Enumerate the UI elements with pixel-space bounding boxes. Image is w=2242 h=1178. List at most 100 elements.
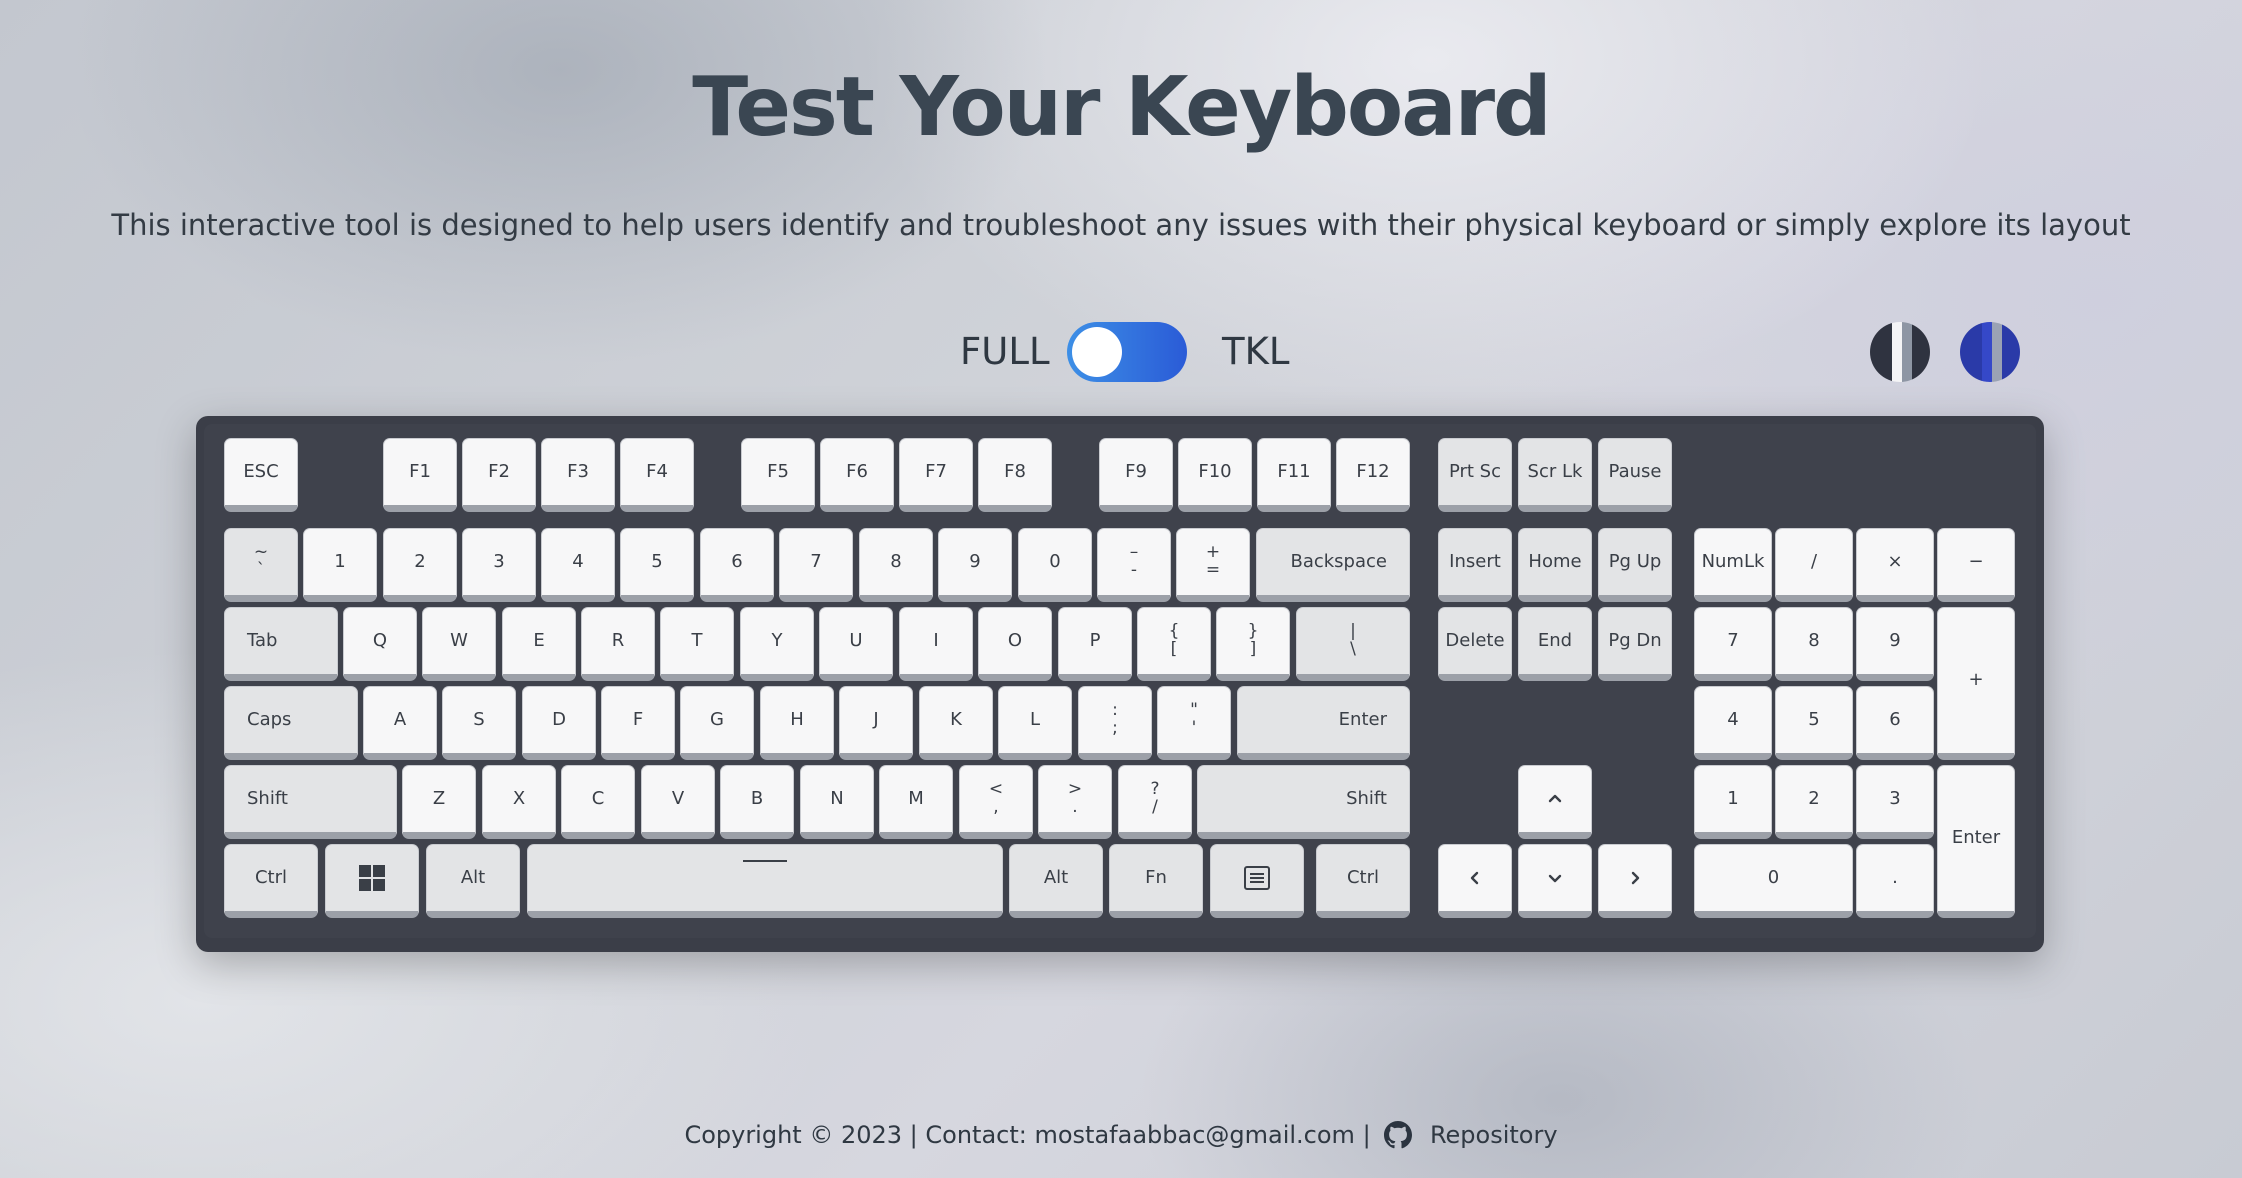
key-f12[interactable]: F12 [1336,438,1410,512]
key-num-enter[interactable]: Enter [1937,765,2015,918]
key-left-shift[interactable]: Shift [224,765,397,839]
layout-toggle[interactable] [1067,322,1187,382]
key-arrow-down[interactable] [1518,844,1592,918]
key-num-9[interactable]: 9 [1856,607,1934,681]
key-num-6[interactable]: 6 [1856,686,1934,760]
github-icon[interactable] [1384,1121,1413,1149]
key-num-divide[interactable]: / [1775,528,1853,602]
key-print-screen[interactable]: Prt Sc [1438,438,1512,512]
key-comma[interactable]: < , [959,765,1033,839]
key-5[interactable]: 5 [620,528,694,602]
key-t[interactable]: T [660,607,734,681]
key-page-up[interactable]: Pg Up [1598,528,1672,602]
key-a[interactable]: A [363,686,437,760]
key-3[interactable]: 3 [462,528,536,602]
key-f1[interactable]: F1 [383,438,457,512]
key-tab[interactable]: Tab [224,607,338,681]
key-windows[interactable] [325,844,419,918]
key-home[interactable]: Home [1518,528,1592,602]
key-num-1[interactable]: 1 [1694,765,1772,839]
key-h[interactable]: H [760,686,834,760]
blue-theme-button[interactable] [1960,322,2020,382]
key-num-0[interactable]: 0 [1694,844,1853,918]
key-f11[interactable]: F11 [1257,438,1331,512]
key-f6[interactable]: F6 [820,438,894,512]
key-num-add[interactable]: + [1937,607,2015,760]
key-f9[interactable]: F9 [1099,438,1173,512]
key-f4[interactable]: F4 [620,438,694,512]
key-left-bracket[interactable]: { [ [1137,607,1211,681]
key-1[interactable]: 1 [303,528,377,602]
key-j[interactable]: J [839,686,913,760]
key-quote[interactable]: " ' [1157,686,1231,760]
key-num-subtract[interactable]: − [1937,528,2015,602]
key-v[interactable]: V [641,765,715,839]
key-insert[interactable]: Insert [1438,528,1512,602]
key-pause[interactable]: Pause [1598,438,1672,512]
key-d[interactable]: D [522,686,596,760]
key-arrow-up[interactable] [1518,765,1592,839]
key-space[interactable] [527,844,1003,918]
key-arrow-left[interactable] [1438,844,1512,918]
key-period[interactable]: > . [1038,765,1112,839]
key-q[interactable]: Q [343,607,417,681]
key-y[interactable]: Y [740,607,814,681]
key-right-shift[interactable]: Shift [1197,765,1410,839]
key-k[interactable]: K [919,686,993,760]
key-slash[interactable]: ? / [1118,765,1192,839]
key-backtick[interactable]: ~ ` [224,528,298,602]
key-9[interactable]: 9 [938,528,1012,602]
key-l[interactable]: L [998,686,1072,760]
key-6[interactable]: 6 [700,528,774,602]
key-s[interactable]: S [442,686,516,760]
key-f10[interactable]: F10 [1178,438,1252,512]
key-w[interactable]: W [422,607,496,681]
dark-theme-button[interactable] [1870,322,1930,382]
key-g[interactable]: G [680,686,754,760]
key-7[interactable]: 7 [779,528,853,602]
key-num-decimal[interactable]: . [1856,844,1934,918]
key-num-8[interactable]: 8 [1775,607,1853,681]
key-num-2[interactable]: 2 [1775,765,1853,839]
key-num-4[interactable]: 4 [1694,686,1772,760]
key-n[interactable]: N [800,765,874,839]
key-2[interactable]: 2 [383,528,457,602]
key-p[interactable]: P [1058,607,1132,681]
key-f[interactable]: F [601,686,675,760]
key-8[interactable]: 8 [859,528,933,602]
key-enter[interactable]: Enter [1237,686,1410,760]
key-num-lock[interactable]: NumLk [1694,528,1772,602]
key-backslash[interactable]: | \ [1296,607,1410,681]
key-f3[interactable]: F3 [541,438,615,512]
key-left-ctrl[interactable]: Ctrl [224,844,318,918]
key-arrow-right[interactable] [1598,844,1672,918]
key-fn[interactable]: Fn [1109,844,1203,918]
key-page-down[interactable]: Pg Dn [1598,607,1672,681]
key-left-alt[interactable]: Alt [426,844,520,918]
key-delete[interactable]: Delete [1438,607,1512,681]
key-right-alt[interactable]: Alt [1009,844,1103,918]
key-num-3[interactable]: 3 [1856,765,1934,839]
key-scroll-lock[interactable]: Scr Lk [1518,438,1592,512]
key-u[interactable]: U [819,607,893,681]
key-right-ctrl[interactable]: Ctrl [1316,844,1410,918]
key-r[interactable]: R [581,607,655,681]
key-num-5[interactable]: 5 [1775,686,1853,760]
key-context-menu[interactable] [1210,844,1304,918]
key-num-7[interactable]: 7 [1694,607,1772,681]
key-e[interactable]: E [502,607,576,681]
key-minus[interactable]: – - [1097,528,1171,602]
key-4[interactable]: 4 [541,528,615,602]
key-semicolon[interactable]: : ; [1078,686,1152,760]
key-m[interactable]: M [879,765,953,839]
repository-link[interactable]: Repository [1430,1121,1558,1149]
key-caps-lock[interactable]: Caps [224,686,358,760]
key-equal[interactable]: + = [1176,528,1250,602]
key-f7[interactable]: F7 [899,438,973,512]
key-end[interactable]: End [1518,607,1592,681]
key-f8[interactable]: F8 [978,438,1052,512]
key-z[interactable]: Z [402,765,476,839]
key-x[interactable]: X [482,765,556,839]
key-i[interactable]: I [899,607,973,681]
key-f5[interactable]: F5 [741,438,815,512]
